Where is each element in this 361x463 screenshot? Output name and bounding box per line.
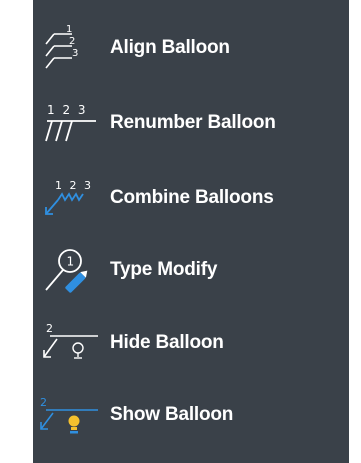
renumber-balloon-icon: 1 2 3 (38, 97, 98, 149)
svg-text:2: 2 (69, 36, 75, 47)
svg-text:2: 2 (40, 396, 47, 409)
menu-item-align-balloon[interactable]: 1 2 3 Align Balloon (33, 13, 349, 83)
menu-item-label: Hide Balloon (110, 332, 224, 353)
menu-item-label: Combine Balloons (110, 187, 274, 208)
svg-text:1 2 3: 1 2 3 (55, 179, 93, 192)
svg-text:1 2 3: 1 2 3 (47, 103, 88, 117)
menu-item-label: Renumber Balloon (110, 112, 276, 133)
menu-item-type-modify[interactable]: 1 Type Modify (33, 235, 349, 305)
balloon-menu: 1 2 3 Align Balloon 1 2 3 Renumber Ballo… (33, 0, 349, 463)
svg-text:2: 2 (46, 322, 53, 335)
combine-balloons-icon: 1 2 3 (38, 172, 98, 224)
menu-item-label: Align Balloon (110, 37, 230, 58)
show-balloon-icon: 2 (38, 389, 98, 441)
type-modify-icon: 1 (38, 244, 98, 296)
align-balloon-icon: 1 2 3 (38, 22, 98, 74)
menu-item-label: Type Modify (110, 259, 218, 280)
menu-item-show-balloon[interactable]: 2 Show Balloon (33, 380, 349, 450)
menu-item-combine-balloons[interactable]: 1 2 3 Combine Balloons (33, 163, 349, 233)
svg-text:1: 1 (66, 24, 72, 35)
svg-text:1: 1 (67, 255, 75, 269)
hide-balloon-icon: 2 (38, 317, 98, 369)
svg-text:3: 3 (72, 48, 78, 59)
menu-item-hide-balloon[interactable]: 2 Hide Balloon (33, 308, 349, 378)
menu-item-renumber-balloon[interactable]: 1 2 3 Renumber Balloon (33, 88, 349, 158)
menu-item-label: Show Balloon (110, 404, 234, 425)
